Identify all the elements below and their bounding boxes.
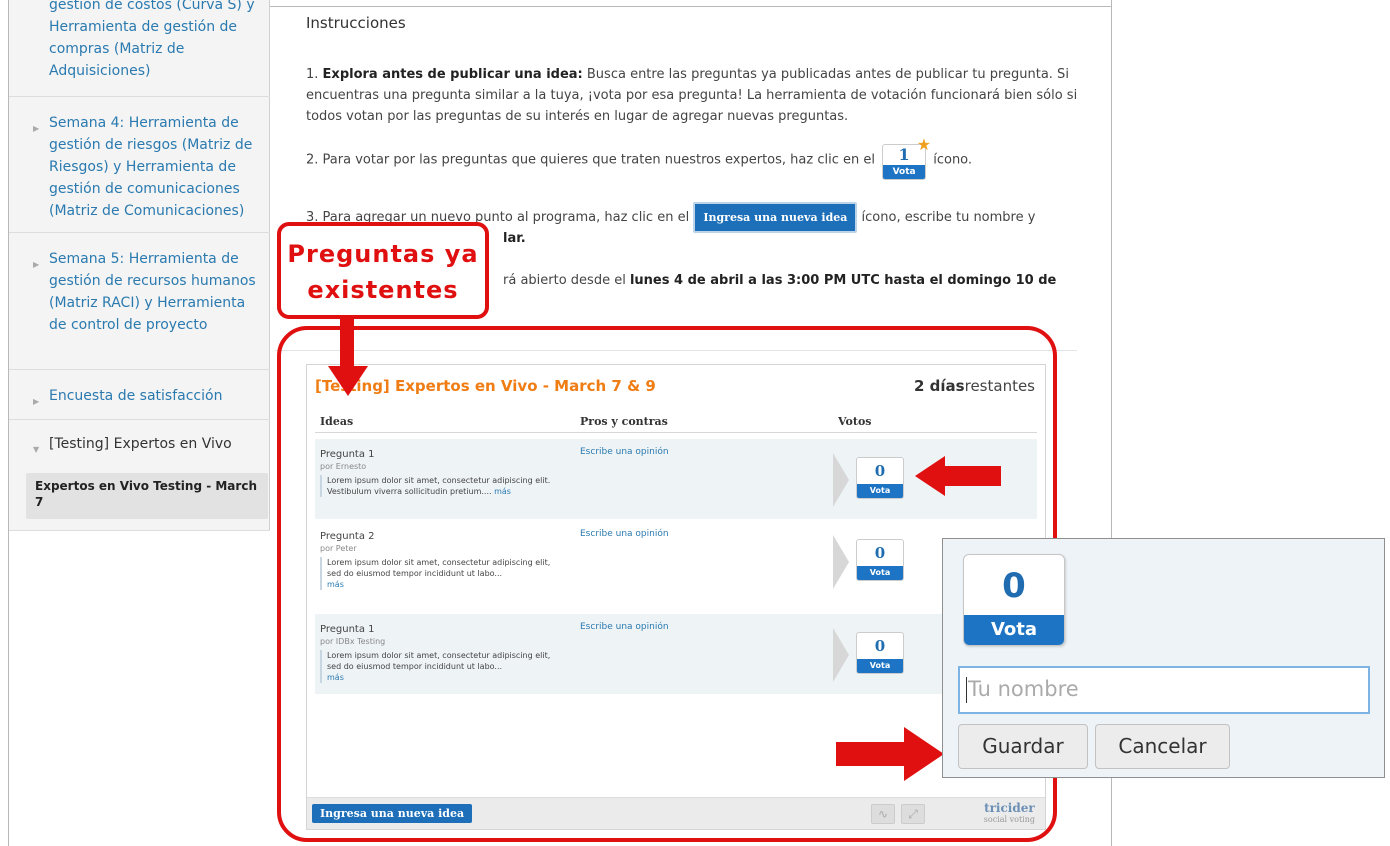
annotation-label: Preguntas ya existentes: [277, 222, 489, 319]
sidebar-blank-area: [9, 530, 270, 846]
text-caret: [966, 677, 967, 703]
right-arrow-icon: [836, 727, 944, 781]
sidebar-item-survey[interactable]: ▶ Encuesta de satisfacción: [9, 371, 270, 420]
cancel-button[interactable]: Cancelar: [1095, 724, 1230, 769]
sidebar-item-label: Semana 4: Herramienta de gestión de ries…: [49, 115, 253, 219]
vote-popup-zoom: 0 Vota Tu nombre Guardar Cancelar: [942, 538, 1385, 778]
instruction-step-4: rá abierto desde el lunes 4 de abril a l…: [503, 270, 1103, 291]
sidebar-item-label: [Testing] Expertos en Vivo: [49, 436, 232, 452]
step-bold-text: lunes 4 de abril a las 3:00 PM UTC hasta…: [629, 273, 1057, 288]
name-placeholder: Tu nombre: [968, 677, 1079, 701]
sidebar-subitem-label: Expertos en Vivo Testing - March 7: [35, 479, 257, 509]
collapsed-triangle-icon: ▶: [33, 260, 40, 269]
annotation-text-line2: existentes: [307, 276, 459, 304]
sidebar-item-week5[interactable]: ▶ Semana 5: Herramienta de gestión de re…: [9, 234, 270, 370]
sidebar-subitem-current[interactable]: Expertos en Vivo Testing - March 7: [26, 473, 268, 519]
name-input[interactable]: Tu nombre: [958, 666, 1370, 714]
collapsed-triangle-icon: ▶: [33, 124, 40, 133]
down-arrow-icon: [328, 318, 368, 396]
vote-count: 0: [1002, 566, 1026, 606]
star-icon: ★: [916, 135, 932, 154]
sidebar-item-label: gestión de costos (Curva S) y Herramient…: [49, 0, 255, 79]
step-text: rá abierto desde el: [503, 273, 626, 288]
step-text: ícono, escribe tu nombre y: [861, 210, 1036, 225]
save-button[interactable]: Guardar: [958, 724, 1088, 769]
step-text: ícono.: [933, 152, 973, 168]
step-number: 1.: [306, 67, 319, 82]
page-title: Instrucciones: [306, 14, 406, 32]
sidebar-item-week3[interactable]: gestión de costos (Curva S) y Herramient…: [9, 0, 270, 97]
annotation-text-line1: Preguntas ya: [287, 240, 479, 268]
step-bold-text: Explora antes de publicar una idea:: [322, 67, 583, 82]
vote-icon-sample: 1 Vota ★: [879, 135, 931, 182]
vote-label: Vota: [883, 165, 926, 179]
instruction-step-3-line2: lar.: [503, 228, 703, 249]
collapsed-triangle-icon: ▶: [33, 397, 40, 406]
vote-label: Vota: [964, 615, 1064, 645]
sidebar-item-week4[interactable]: ▶ Semana 4: Herramienta de gestión de ri…: [9, 98, 270, 233]
sidebar-item-label: Encuesta de satisfacción: [49, 388, 223, 404]
step-bold-text: lar.: [503, 231, 526, 246]
course-sidebar: gestión de costos (Curva S) y Herramient…: [9, 0, 270, 846]
vote-button-large[interactable]: 0 Vota: [963, 554, 1065, 646]
expanded-triangle-icon: ▼: [33, 445, 40, 454]
instruction-step-2: 2. Para votar por las preguntas que quie…: [306, 135, 1081, 182]
add-idea-button-sample: Ingresa una nueva idea: [693, 202, 858, 233]
instruction-step-1: 1. Explora antes de publicar una idea: B…: [306, 64, 1081, 127]
step-text: 2. Para votar por las preguntas que quie…: [306, 152, 875, 168]
left-arrow-icon: [915, 456, 1001, 496]
sidebar-item-label: Semana 5: Herramienta de gestión de recu…: [49, 251, 256, 333]
